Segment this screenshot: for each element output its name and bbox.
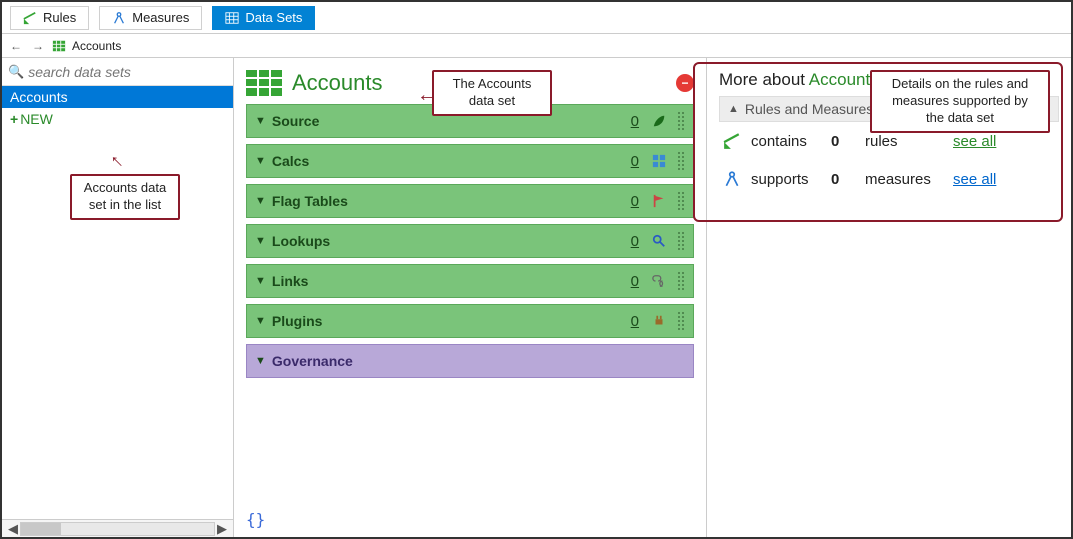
sidebar-item-label: Accounts (10, 89, 68, 105)
sidebar-item-accounts[interactable]: Accounts (2, 86, 233, 108)
chevron-down-icon: ▼ (255, 275, 266, 287)
section-count: 0 (631, 193, 639, 210)
rules-count: 0 (831, 133, 855, 150)
measures-row: supports 0 measures see all (719, 160, 1059, 198)
drag-handle-icon[interactable] (677, 151, 685, 171)
drag-handle-icon[interactable] (677, 231, 685, 251)
breadcrumb: ← → Accounts (2, 34, 1071, 58)
chevron-down-icon: ▼ (255, 115, 266, 127)
chevron-down-icon: ▼ (255, 315, 266, 327)
leaf-icon (651, 113, 667, 129)
tab-measures[interactable]: Measures (99, 6, 202, 30)
dataset-large-icon (246, 70, 282, 96)
tab-rules[interactable]: Rules (10, 6, 89, 30)
collapse-icon: ▲ (728, 103, 739, 115)
measures-count: 0 (831, 171, 855, 188)
chevron-down-icon: ▼ (255, 155, 266, 167)
section-count: 0 (631, 113, 639, 130)
section-calcs[interactable]: ▼ Calcs 0 (246, 144, 694, 178)
section-lookups[interactable]: ▼ Lookups 0 (246, 224, 694, 258)
scroll-left-icon[interactable]: ◀ (6, 521, 20, 537)
callout-accounts-dataset: The Accounts data set (432, 70, 552, 116)
rules-see-all-link[interactable]: see all (953, 133, 996, 150)
drag-handle-icon[interactable] (677, 271, 685, 291)
top-tab-bar: Rules Measures Data Sets (2, 2, 1071, 34)
chevron-down-icon: ▼ (255, 235, 266, 247)
section-label: Governance (272, 353, 353, 369)
measures-see-all-link[interactable]: see all (953, 171, 996, 188)
plus-icon: + (10, 111, 18, 127)
measures-type: measures (865, 171, 943, 188)
section-count: 0 (631, 153, 639, 170)
ruler-icon (723, 132, 741, 150)
sidebar-item-new[interactable]: + NEW (2, 108, 233, 130)
rules-type: rules (865, 133, 943, 150)
search-input[interactable] (28, 64, 227, 80)
dataset-list: Accounts + NEW (2, 86, 233, 519)
sidebar-item-label: NEW (20, 111, 53, 127)
horizontal-scrollbar[interactable]: ◀ ▶ (2, 519, 233, 537)
section-label: Links (272, 273, 309, 289)
brackets-button[interactable]: {} (246, 510, 265, 529)
delete-button[interactable]: − (676, 74, 694, 92)
link-icon (651, 273, 667, 289)
section-count: 0 (631, 233, 639, 250)
chevron-down-icon: ▼ (255, 195, 266, 207)
grid-icon (651, 153, 667, 169)
section-label: Flag Tables (272, 193, 348, 209)
rules-measures-label: Rules and Measures (745, 101, 873, 117)
rules-label: contains (751, 133, 821, 150)
drag-handle-icon[interactable] (677, 191, 685, 211)
section-plugins[interactable]: ▼ Plugins 0 (246, 304, 694, 338)
page-title: Accounts (292, 70, 383, 96)
minus-icon: − (681, 76, 688, 90)
flag-icon (651, 193, 667, 209)
sidebar: 🔍 Accounts + NEW ◀ ▶ (2, 58, 234, 537)
dataset-icon (52, 39, 66, 53)
nav-back-icon[interactable]: ← (8, 38, 24, 54)
details-title-accent: Accounts (809, 70, 879, 89)
drag-handle-icon[interactable] (677, 311, 685, 331)
arrow-icon: ← (417, 84, 437, 107)
breadcrumb-item[interactable]: Accounts (72, 39, 121, 53)
measures-label: supports (751, 171, 821, 188)
callout-accounts-list: Accounts data set in the list (70, 174, 180, 220)
chevron-down-icon: ▼ (255, 355, 266, 367)
code-icon: {} (246, 510, 265, 529)
section-count: 0 (631, 273, 639, 290)
section-label: Lookups (272, 233, 330, 249)
drag-handle-icon[interactable] (677, 111, 685, 131)
tab-rules-label: Rules (43, 10, 76, 25)
nav-forward-icon[interactable]: → (30, 38, 46, 54)
section-governance[interactable]: ▼ Governance (246, 344, 694, 378)
section-links[interactable]: ▼ Links 0 (246, 264, 694, 298)
section-label: Source (272, 113, 319, 129)
scroll-right-icon[interactable]: ▶ (215, 521, 229, 537)
compass-icon (723, 170, 741, 188)
compass-icon (112, 11, 126, 25)
grid-icon (225, 11, 239, 25)
section-flag-tables[interactable]: ▼ Flag Tables 0 (246, 184, 694, 218)
tab-measures-label: Measures (132, 10, 189, 25)
callout-rules-measures: Details on the rules and measures suppor… (870, 70, 1050, 133)
tab-datasets[interactable]: Data Sets (212, 6, 315, 30)
search-icon (651, 233, 667, 249)
details-title-prefix: More about (719, 70, 809, 89)
search-icon: 🔍 (8, 64, 24, 80)
tab-datasets-label: Data Sets (245, 10, 302, 25)
section-label: Calcs (272, 153, 309, 169)
main-panel: Accounts − ▼Source0▼Calcs0▼Flag Tables0▼… (234, 58, 707, 537)
ruler-icon (23, 11, 37, 25)
plug-icon (651, 313, 667, 329)
section-count: 0 (631, 313, 639, 330)
section-label: Plugins (272, 313, 323, 329)
